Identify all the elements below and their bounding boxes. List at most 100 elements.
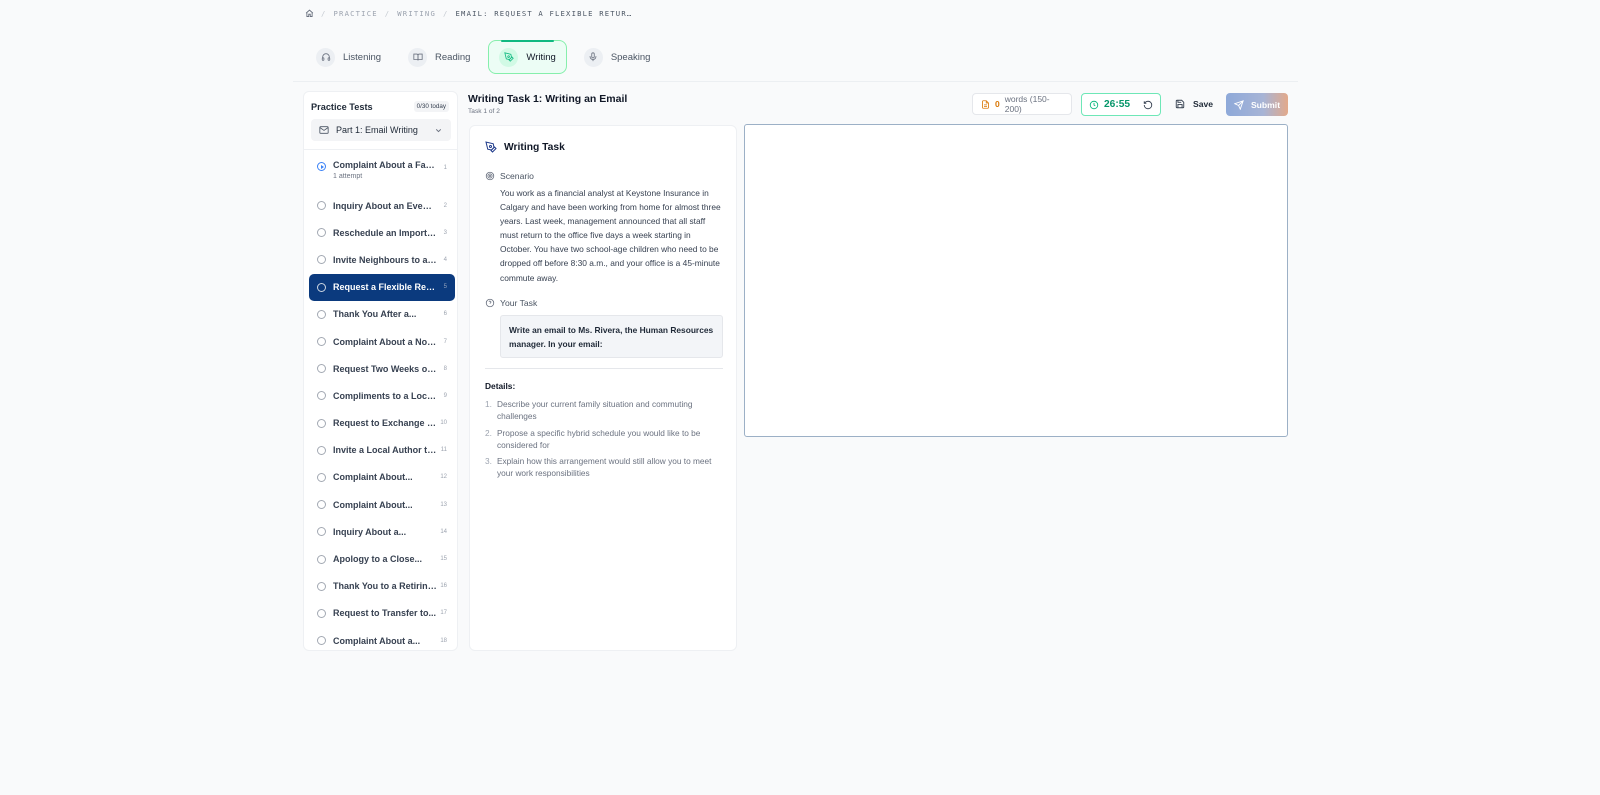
tab-reading[interactable]: Reading bbox=[399, 40, 480, 74]
list-item[interactable]: Complaint About a... 18 bbox=[309, 627, 455, 650]
item-number: 13 bbox=[440, 501, 447, 508]
item-title: Apology to a Close... bbox=[333, 554, 423, 565]
tab-writing[interactable]: Writing bbox=[488, 40, 567, 74]
breadcrumb-separator: / bbox=[442, 8, 449, 18]
book-icon bbox=[408, 47, 428, 67]
list-item[interactable]: Inquiry About a... 14 bbox=[309, 518, 455, 545]
your-task-label-text: Your Task bbox=[500, 298, 538, 308]
card-heading: Writing Task bbox=[485, 141, 565, 153]
list-item[interactable]: Apology to a Close... 15 bbox=[309, 545, 455, 572]
tab-label: Reading bbox=[435, 51, 471, 63]
task-progress: Task 1 of 2 bbox=[468, 108, 500, 115]
item-title: Reschedule an Important Meeting bbox=[333, 227, 437, 238]
status-circle-icon bbox=[317, 309, 326, 319]
document-icon bbox=[981, 99, 990, 109]
sidebar-divider bbox=[304, 149, 457, 150]
timer: 26:55 bbox=[1081, 93, 1161, 116]
status-circle-icon bbox=[317, 554, 326, 564]
item-number: 1 bbox=[443, 165, 447, 171]
item-title: Invite Neighbours to a Party bbox=[333, 254, 437, 265]
list-item[interactable]: Invite Neighbours to a Party 4 bbox=[309, 246, 455, 273]
item-title: Invite a Local Author to Speak bbox=[333, 445, 437, 456]
list-item[interactable]: Request Two Weeks of... 8 bbox=[309, 355, 455, 382]
detail-number: 1. bbox=[485, 399, 492, 409]
writing-task-card: Writing Task Scenario You work as a fina… bbox=[469, 125, 737, 651]
sidebar-title: Practice Tests bbox=[311, 101, 373, 112]
list-item[interactable]: Inquiry About an Evening Course 2 bbox=[309, 192, 455, 219]
tab-label: Writing bbox=[526, 51, 556, 63]
timer-value: 26:55 bbox=[1104, 99, 1131, 110]
list-item[interactable]: Thank You to a Retiring Colleague16 bbox=[309, 573, 455, 600]
status-circle-icon bbox=[317, 391, 326, 401]
detail-item: 1. Describe your current family situation… bbox=[485, 398, 723, 422]
home-icon[interactable] bbox=[305, 9, 314, 18]
item-number: 17 bbox=[440, 610, 447, 617]
in-progress-icon bbox=[317, 162, 326, 171]
tab-label: Speaking bbox=[610, 51, 651, 63]
item-number: 18 bbox=[440, 637, 447, 644]
save-label: Save bbox=[1193, 99, 1214, 109]
item-number: 8 bbox=[443, 365, 447, 372]
list-item[interactable]: Complaint About a Faulty Product 1 attemp… bbox=[309, 155, 455, 192]
list-item[interactable]: Reschedule an Important Meeting 3 bbox=[309, 219, 455, 246]
list-item[interactable]: Request to Transfer to... 17 bbox=[309, 600, 455, 627]
pen-icon bbox=[485, 141, 497, 153]
item-title: Request Two Weeks of... bbox=[333, 363, 437, 374]
detail-item: 2. Propose a specific hybrid schedule you… bbox=[485, 427, 723, 451]
item-number: 10 bbox=[440, 420, 447, 427]
breadcrumb-writing[interactable]: WRITING bbox=[397, 9, 436, 18]
item-number: 14 bbox=[440, 528, 447, 535]
status-circle-icon bbox=[317, 472, 326, 482]
word-range: words (150-200) bbox=[1004, 94, 1050, 114]
item-number: 11 bbox=[440, 447, 447, 454]
scenario-label: Scenario bbox=[485, 171, 534, 181]
status-circle-icon bbox=[317, 201, 326, 211]
tab-listening[interactable]: Listening bbox=[307, 40, 391, 74]
list-item[interactable]: Invite a Local Author to Speak11 bbox=[309, 437, 455, 464]
scenario-label-text: Scenario bbox=[500, 171, 534, 181]
list-item[interactable]: Compliments to a Local... 9 bbox=[309, 382, 455, 409]
scenario-text: You work as a financial analyst at Keyst… bbox=[500, 188, 721, 283]
details-label: Details: bbox=[485, 381, 516, 391]
save-button[interactable]: Save bbox=[1170, 93, 1218, 115]
skill-tabs: Listening Reading Writing Speaking bbox=[307, 40, 660, 74]
target-icon bbox=[485, 171, 495, 181]
list-item[interactable]: Complaint About a Noisy Neighbour 7 bbox=[309, 328, 455, 355]
list-item[interactable]: Complaint About... 12 bbox=[309, 464, 455, 491]
breadcrumb-practice[interactable]: PRACTICE bbox=[334, 9, 378, 18]
list-item[interactable]: Request to Exchange a Product10 bbox=[309, 410, 455, 437]
part-select[interactable]: Part 1: Email Writing bbox=[311, 119, 451, 141]
status-circle-icon bbox=[317, 418, 326, 428]
item-title: Complaint About... bbox=[333, 499, 413, 510]
list-item[interactable]: Thank You After a... 6 bbox=[309, 301, 455, 328]
mail-icon bbox=[319, 125, 329, 135]
card-divider bbox=[485, 368, 723, 369]
tab-label: Listening bbox=[343, 51, 382, 63]
detail-text: Propose a specific hybrid schedule you w… bbox=[497, 427, 701, 450]
daily-count-badge: 0/30 today bbox=[413, 101, 449, 112]
item-title: Thank You to a Retiring Colleague bbox=[333, 581, 437, 592]
word-count-value: 0 bbox=[995, 99, 1000, 109]
list-item-active[interactable]: Request a Flexible Return to Office 5 bbox=[309, 273, 455, 301]
headphones-icon bbox=[316, 47, 335, 67]
list-item[interactable]: Complaint About... 13 bbox=[309, 491, 455, 518]
status-circle-icon bbox=[317, 282, 326, 292]
tab-speaking[interactable]: Speaking bbox=[575, 40, 661, 74]
item-number: 12 bbox=[440, 474, 447, 481]
status-circle-icon bbox=[317, 364, 326, 374]
detail-item: 3. Explain how this arrangement would sti… bbox=[485, 455, 723, 479]
item-number: 2 bbox=[443, 202, 447, 209]
help-circle-icon bbox=[485, 298, 495, 308]
send-icon bbox=[1233, 99, 1244, 110]
save-icon bbox=[1175, 99, 1185, 109]
item-title: Complaint About a Faulty Product bbox=[333, 160, 437, 170]
breadcrumb-separator: / bbox=[384, 8, 391, 18]
breadcrumb-current: EMAIL: REQUEST A FLEXIBLE RETUR… bbox=[455, 8, 633, 18]
email-editor[interactable] bbox=[744, 124, 1288, 437]
item-title: Inquiry About a... bbox=[333, 526, 407, 537]
item-number: 3 bbox=[443, 229, 447, 236]
reset-timer-icon[interactable] bbox=[1143, 100, 1153, 110]
item-title: Request to Exchange a Product bbox=[333, 418, 437, 429]
submit-button[interactable]: Submit bbox=[1226, 93, 1288, 116]
sidebar-header: Practice Tests 0/30 today bbox=[311, 101, 449, 112]
